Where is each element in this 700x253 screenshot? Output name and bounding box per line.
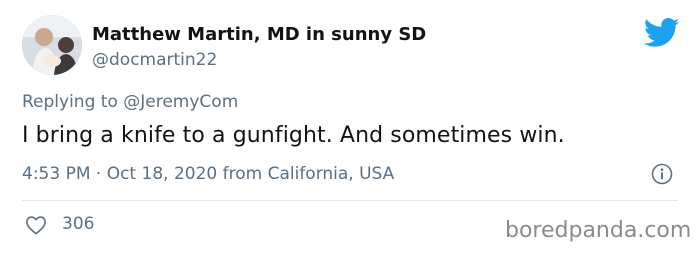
author-handle[interactable]: @docmartin22 bbox=[92, 50, 217, 70]
watermark: boredpanda.com bbox=[505, 218, 692, 243]
twitter-bird-icon[interactable] bbox=[643, 18, 680, 48]
replying-prefix: Replying to bbox=[22, 92, 118, 112]
tweet-text: I bring a knife to a gunfight. And somet… bbox=[22, 123, 565, 148]
info-icon[interactable] bbox=[651, 163, 673, 185]
tweet-timestamp[interactable]: 4:53 PM · Oct 18, 2020 from California, … bbox=[22, 164, 394, 184]
avatar[interactable] bbox=[22, 15, 82, 75]
divider bbox=[22, 200, 678, 201]
replying-to-line: Replying to @JeremyCom bbox=[22, 92, 238, 112]
heart-outline-icon[interactable] bbox=[25, 215, 47, 235]
replying-to-mention[interactable]: @JeremyCom bbox=[123, 92, 238, 112]
author-display-name[interactable]: Matthew Martin, MD in sunny SD bbox=[92, 24, 426, 45]
like-count: 306 bbox=[62, 214, 95, 234]
tweet-card: Matthew Martin, MD in sunny SD @docmarti… bbox=[0, 0, 700, 253]
